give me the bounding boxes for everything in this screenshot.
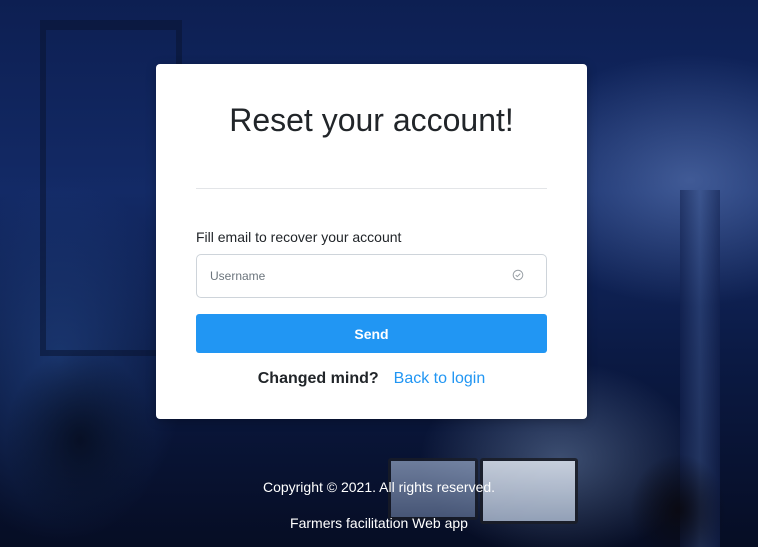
username-input[interactable] (197, 255, 546, 297)
page-title: Reset your account! (229, 102, 514, 138)
copyright-text: Copyright © 2021. All rights reserved. (262, 479, 496, 495)
divider (196, 188, 547, 189)
back-to-login-link[interactable]: Back to login (394, 370, 486, 387)
username-field (196, 254, 547, 298)
changed-mind-text: Changed mind? (257, 370, 379, 387)
back-to-login-row: Changed mind? Back to login (156, 370, 587, 388)
app-name-text: Farmers facilitation Web app (290, 515, 468, 531)
check-circle-icon (512, 269, 524, 281)
email-field-label: Fill email to recover your account (196, 229, 402, 245)
reset-account-card: Reset your account! Fill email to recove… (156, 64, 587, 419)
background-person (628, 450, 758, 547)
send-button[interactable]: Send (196, 314, 547, 353)
